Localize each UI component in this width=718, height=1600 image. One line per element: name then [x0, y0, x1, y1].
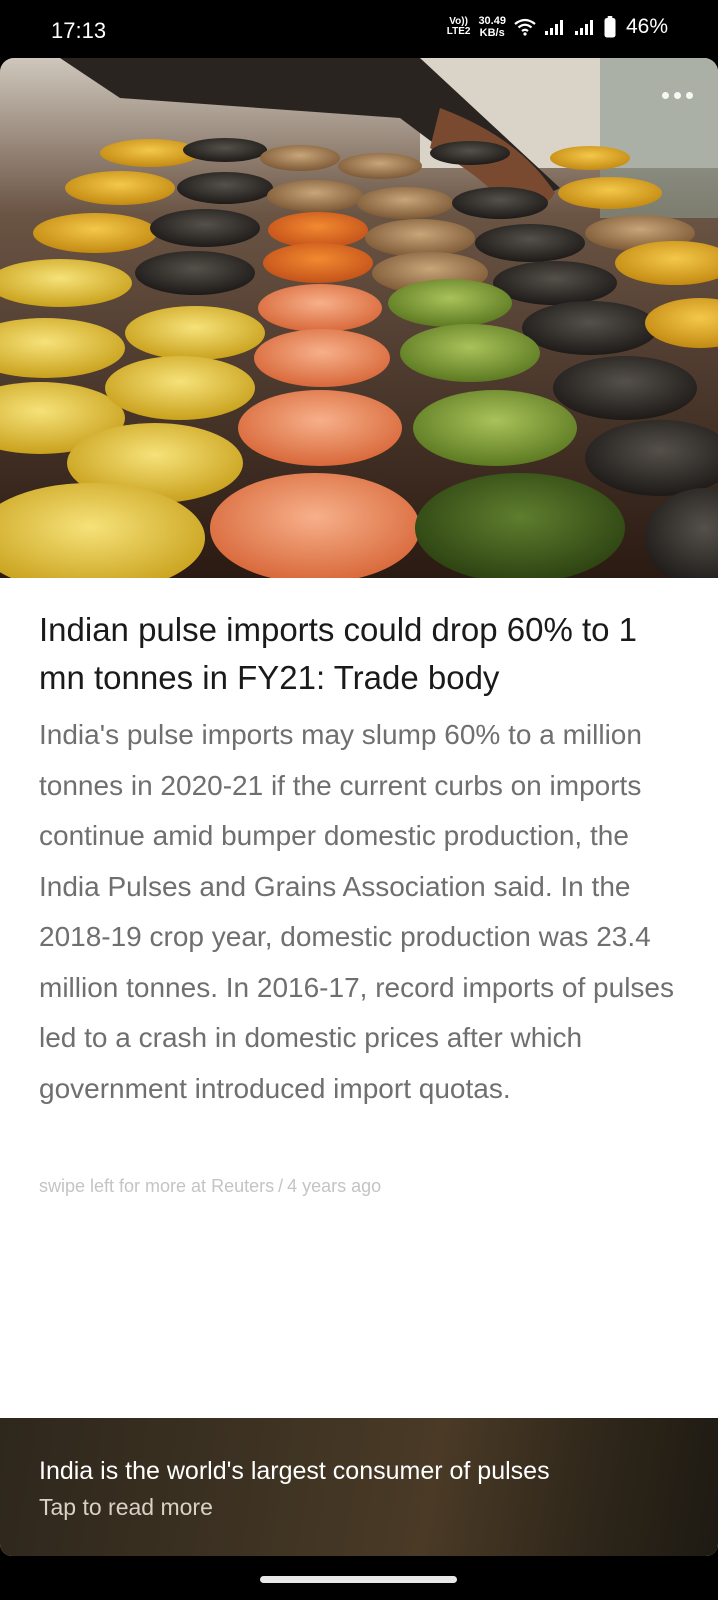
news-card[interactable]: Indian pulse imports could drop 60% to 1… — [0, 58, 718, 1556]
article-headline: Indian pulse imports could drop 60% to 1… — [39, 611, 638, 696]
status-icons: Vo)) LTE2 30.49 KB/s 46% — [447, 15, 668, 39]
signal-icon — [544, 18, 566, 36]
signal-icon-2 — [574, 18, 596, 36]
screen: 17:13 Vo)) LTE2 30.49 KB/s 46% Indian pu… — [0, 0, 718, 1600]
status-time: 17:13 — [51, 18, 107, 43]
read-more-teaser[interactable]: India is the world's largest consumer of… — [0, 1418, 718, 1556]
swipe-source-link[interactable]: swipe left for more at Reuters — [39, 1176, 274, 1196]
speed-value: 30.49 — [478, 15, 506, 27]
more-options-icon[interactable] — [652, 80, 702, 110]
lte-label: LTE2 — [446, 26, 471, 37]
volte-indicator: Vo)) LTE2 — [447, 17, 471, 37]
meta-separator: / — [278, 1176, 284, 1196]
battery-percentage: 46% — [625, 15, 668, 38]
article-meta: swipe left for more at Reuters/4 years a… — [39, 1176, 381, 1197]
article-image[interactable] — [0, 58, 718, 578]
speed-unit: KB/s — [479, 27, 505, 39]
dot — [673, 91, 681, 99]
wifi-icon — [514, 18, 536, 36]
status-bar: 17:13 Vo)) LTE2 30.49 KB/s 46% — [0, 0, 718, 58]
pulses-illustration — [0, 58, 718, 578]
teaser-title: India is the world's largest consumer of… — [39, 1457, 550, 1485]
teaser-subtitle: Tap to read more — [39, 1494, 213, 1520]
dot — [685, 91, 693, 99]
article-time: 4 years ago — [287, 1176, 382, 1196]
battery-icon — [604, 16, 616, 38]
dot — [661, 91, 669, 99]
network-speed: 30.49 KB/s — [478, 15, 506, 39]
gesture-nav-handle[interactable] — [260, 1576, 457, 1583]
article-body: India's pulse imports may slump 60% to a… — [39, 719, 674, 1104]
